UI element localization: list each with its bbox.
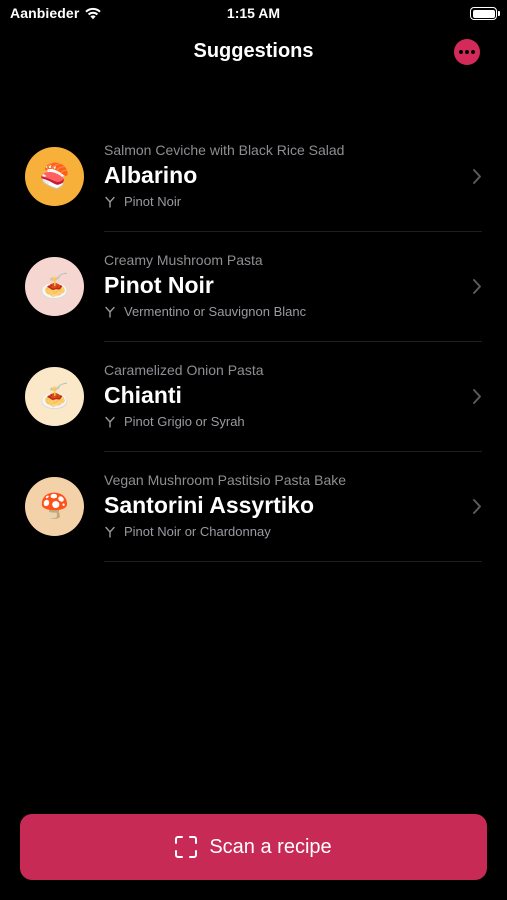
chevron-right-icon (473, 389, 481, 404)
dish-avatar: 🍣 (25, 147, 84, 206)
dish-emoji-icon: 🍝 (39, 382, 70, 410)
alternative-wines: Pinot Noir (104, 194, 467, 210)
dish-avatar: 🍝 (25, 367, 84, 426)
suggestion-row[interactable]: 🍄 Vegan Mushroom Pastitsio Pasta Bake Sa… (0, 452, 507, 562)
alternative-wines-label: Pinot Grigio or Syrah (124, 414, 245, 429)
suggestion-text: Creamy Mushroom Pasta Pinot Noir Verment… (104, 252, 467, 320)
alternative-wines-label: Pinot Noir (124, 194, 182, 209)
suggestion-row[interactable]: 🍝 Caramelized Onion Pasta Chianti Pinot … (0, 342, 507, 452)
wine-name: Santorini Assyrtiko (104, 492, 315, 518)
dish-avatar: 🍄 (25, 477, 84, 536)
suggestion-list: 🍣 Salmon Ceviche with Black Rice Salad A… (0, 122, 507, 562)
ellipsis-dot (471, 50, 475, 54)
dish-emoji-icon: 🍄 (39, 492, 70, 520)
alternative-wines: Pinot Noir or Chardonnay (104, 524, 467, 540)
chevron-right-icon (473, 499, 481, 514)
dish-emoji-icon: 🍣 (39, 162, 70, 190)
clock: 1:15 AM (226, 5, 281, 21)
scan-button-label: Scan a recipe (209, 835, 332, 858)
battery-icon (470, 7, 500, 20)
alternative-wines-label: Vermentino or Sauvignon Blanc (124, 304, 307, 319)
wine-glass-icon (105, 526, 115, 538)
wine-glass-icon (105, 196, 115, 208)
page-title: Suggestions (193, 40, 314, 62)
suggestion-text: Vegan Mushroom Pastitsio Pasta Bake Sant… (104, 472, 467, 540)
suggestion-row[interactable]: 🍣 Salmon Ceviche with Black Rice Salad A… (0, 122, 507, 232)
scan-recipe-button[interactable]: Scan a recipe (20, 814, 487, 880)
row-divider (104, 561, 482, 562)
dish-name: Creamy Mushroom Pasta (104, 252, 263, 268)
ellipsis-icon (459, 50, 463, 54)
status-bar: Aanbieder 1:15 AM (0, 0, 507, 28)
alternative-wines: Pinot Grigio or Syrah (104, 414, 467, 430)
dish-name: Caramelized Onion Pasta (104, 362, 264, 378)
dish-emoji-icon: 🍝 (39, 272, 70, 300)
wine-name: Albarino (104, 162, 198, 188)
wine-name: Pinot Noir (104, 272, 214, 298)
chevron-right-icon (473, 169, 481, 184)
dish-name: Vegan Mushroom Pastitsio Pasta Bake (104, 472, 347, 488)
alternative-wines-label: Pinot Noir or Chardonnay (124, 524, 271, 539)
scan-viewfinder-icon (175, 836, 198, 858)
suggestion-text: Salmon Ceviche with Black Rice Salad Alb… (104, 142, 467, 210)
dish-avatar: 🍝 (25, 257, 84, 316)
wine-glass-icon (105, 306, 115, 318)
alternative-wines: Vermentino or Sauvignon Blanc (104, 304, 467, 320)
ellipsis-dot (465, 50, 469, 54)
wine-glass-icon (105, 416, 115, 428)
chevron-right-icon (473, 279, 481, 294)
suggestions-screen: Aanbieder 1:15 AM Suggestions 🍣 Salmon C… (0, 0, 507, 900)
wine-name: Chianti (104, 382, 182, 408)
suggestion-row[interactable]: 🍝 Creamy Mushroom Pasta Pinot Noir Verme… (0, 232, 507, 342)
suggestion-text: Caramelized Onion Pasta Chianti Pinot Gr… (104, 362, 467, 430)
dish-name: Salmon Ceviche with Black Rice Salad (104, 142, 345, 158)
more-options-button[interactable] (454, 39, 480, 65)
